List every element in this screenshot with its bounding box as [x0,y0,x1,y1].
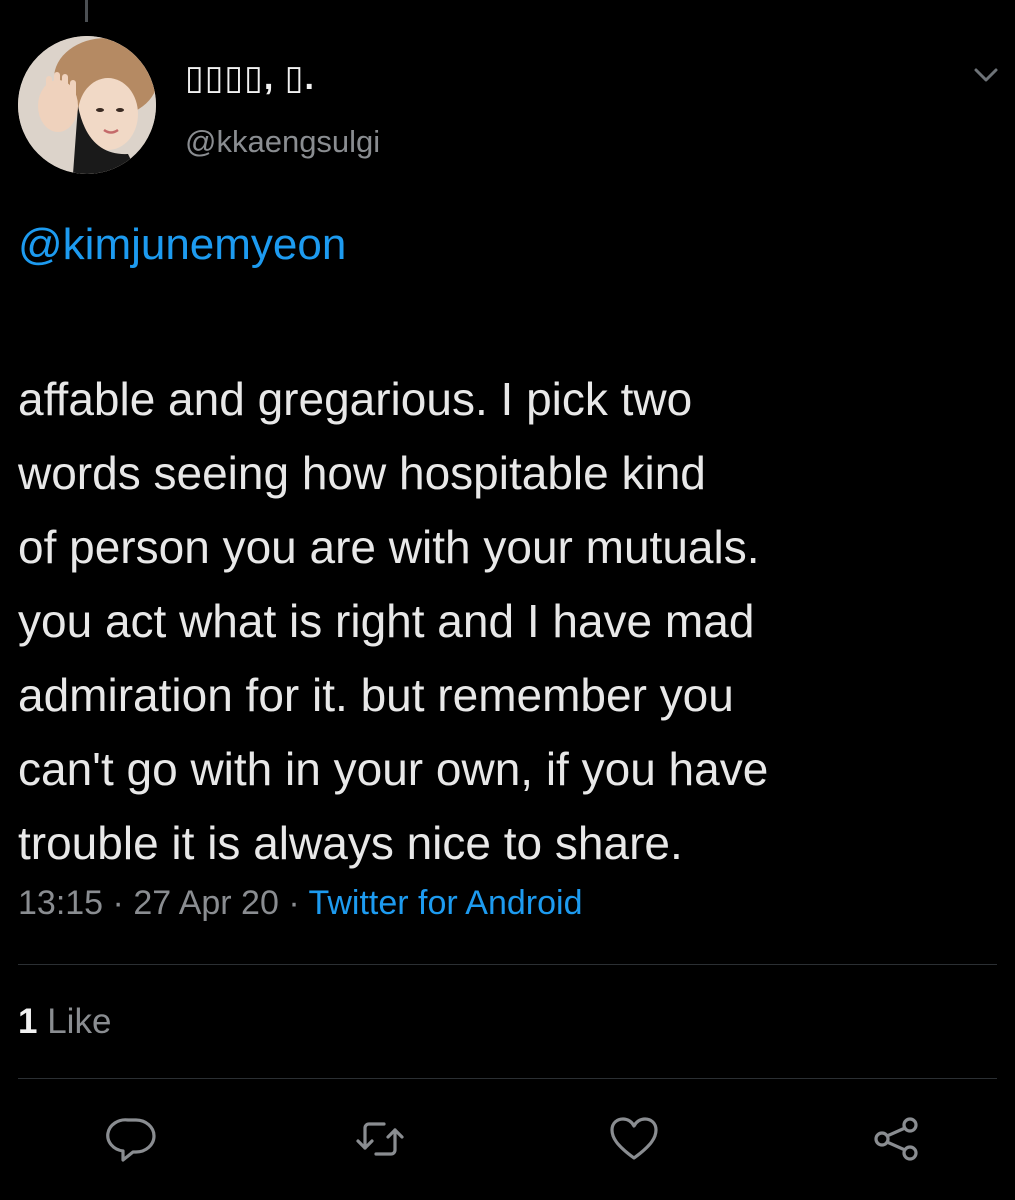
mention-link[interactable]: @kimjunemyeon [18,220,346,270]
tweet-date: 27 Apr 20 [133,884,279,922]
meta-separator: · [278,884,309,922]
tweet-meta: 13:15 · 27 Apr 20 · Twitter for Android [18,884,583,923]
tweet-time: 13:15 [18,884,104,922]
tweet-detail: ▯▯▯▯, ▯. @kkaengsulgi @kimjunemyeon affa… [0,0,1015,1200]
thread-connector-line [85,0,88,22]
reply-icon[interactable] [106,1114,158,1164]
tweet-text: affable and gregarious. I pick two words… [18,373,769,869]
chevron-down-icon[interactable] [968,60,1004,90]
tweet-source-link[interactable]: Twitter for Android [308,884,582,922]
heart-icon[interactable] [608,1114,660,1164]
author-handle[interactable]: @kkaengsulgi [185,124,380,160]
likes-count-link[interactable]: 1 Like [18,1002,111,1042]
share-icon[interactable] [870,1114,922,1164]
author-display-name[interactable]: ▯▯▯▯, ▯. [185,58,315,98]
avatar-photo [18,36,156,174]
divider [18,964,997,965]
divider [18,1078,997,1079]
avatar[interactable] [18,36,156,174]
retweet-icon[interactable] [354,1114,406,1164]
like-count: 1 [18,1002,38,1041]
like-label: Like [47,1002,112,1041]
meta-separator: · [103,884,134,922]
